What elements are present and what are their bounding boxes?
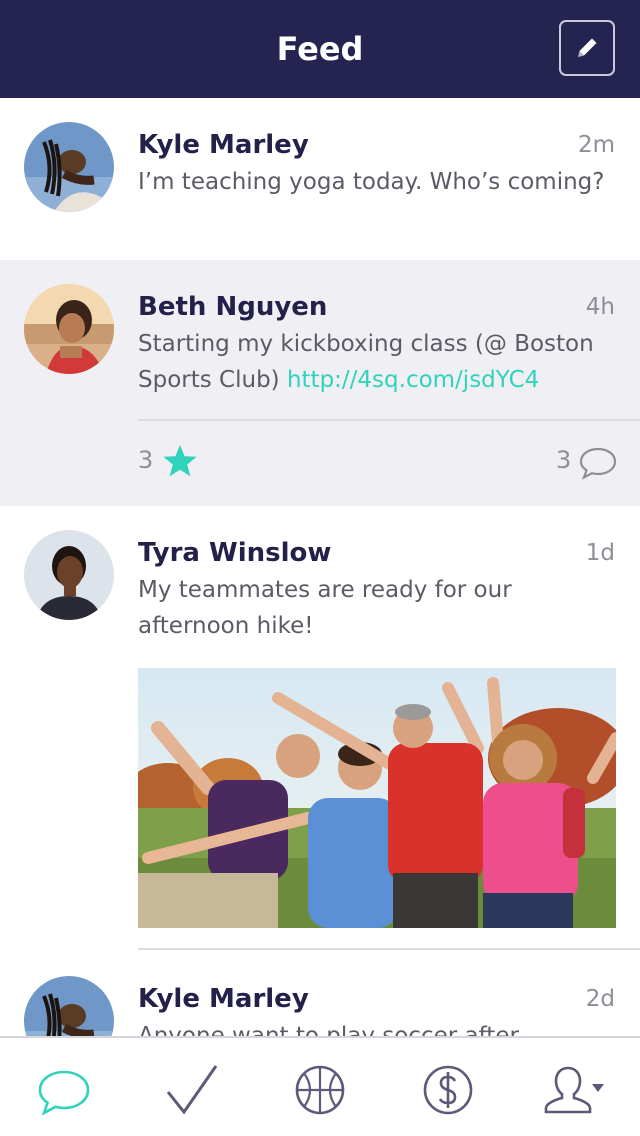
pencil-icon <box>578 38 597 57</box>
post-timestamp: 2m <box>577 132 615 158</box>
feed-post[interactable]: Kyle Marley 2d Anyone want to play socce… <box>0 952 640 1036</box>
post-author-name[interactable]: Tyra Winslow <box>138 538 331 568</box>
post-author-name[interactable]: Beth Nguyen <box>138 292 327 322</box>
tab-feed[interactable] <box>34 1060 94 1120</box>
profile-icon <box>544 1066 604 1114</box>
avatar[interactable] <box>24 122 114 212</box>
avatar[interactable] <box>24 530 114 620</box>
avatar[interactable] <box>24 284 114 374</box>
post-text: Starting my kickboxing class (@ Boston S… <box>138 326 618 398</box>
feed-list[interactable]: Kyle Marley 2m I’m teaching yoga today. … <box>0 98 640 1036</box>
basketball-icon <box>295 1065 345 1115</box>
compose-button[interactable] <box>559 20 615 76</box>
feed-post[interactable]: Kyle Marley 2m I’m teaching yoga today. … <box>0 98 640 260</box>
tab-payments[interactable] <box>418 1060 478 1120</box>
star-icon[interactable] <box>162 444 198 478</box>
post-author-name[interactable]: Kyle Marley <box>138 984 309 1014</box>
post-timestamp: 2d <box>585 986 615 1012</box>
tab-bar <box>0 1036 640 1136</box>
page-title: Feed <box>276 30 364 68</box>
post-timestamp: 4h <box>585 294 615 320</box>
comment-count: 3 <box>556 446 572 474</box>
dollar-icon <box>423 1065 473 1115</box>
tab-profile[interactable] <box>540 1060 610 1120</box>
comment-bubble-icon[interactable] <box>578 446 618 480</box>
post-divider <box>138 948 640 950</box>
post-text: My teammates are ready for our afternoon… <box>138 577 512 639</box>
checkmark-icon <box>166 1065 218 1115</box>
star-count: 3 <box>138 446 154 474</box>
post-link[interactable]: http://4sq.com/jsdYC4 <box>287 367 539 393</box>
header-bar: Feed <box>0 0 640 98</box>
post-text: Anyone want to play soccer after <box>138 1023 519 1036</box>
feed-post[interactable]: Tyra Winslow 1d My teammates are ready f… <box>0 506 640 952</box>
tab-tasks[interactable] <box>162 1060 222 1120</box>
chat-bubble-icon <box>38 1070 90 1116</box>
post-timestamp: 1d <box>585 540 615 566</box>
avatar[interactable] <box>24 976 114 1036</box>
feed-post[interactable]: Beth Nguyen 4h Starting my kickboxing cl… <box>0 260 640 506</box>
post-photo[interactable] <box>138 668 616 928</box>
post-text: I’m teaching yoga today. Who’s coming? <box>138 169 605 195</box>
tab-sports[interactable] <box>290 1060 350 1120</box>
post-author-name[interactable]: Kyle Marley <box>138 130 309 160</box>
post-divider <box>138 419 640 421</box>
